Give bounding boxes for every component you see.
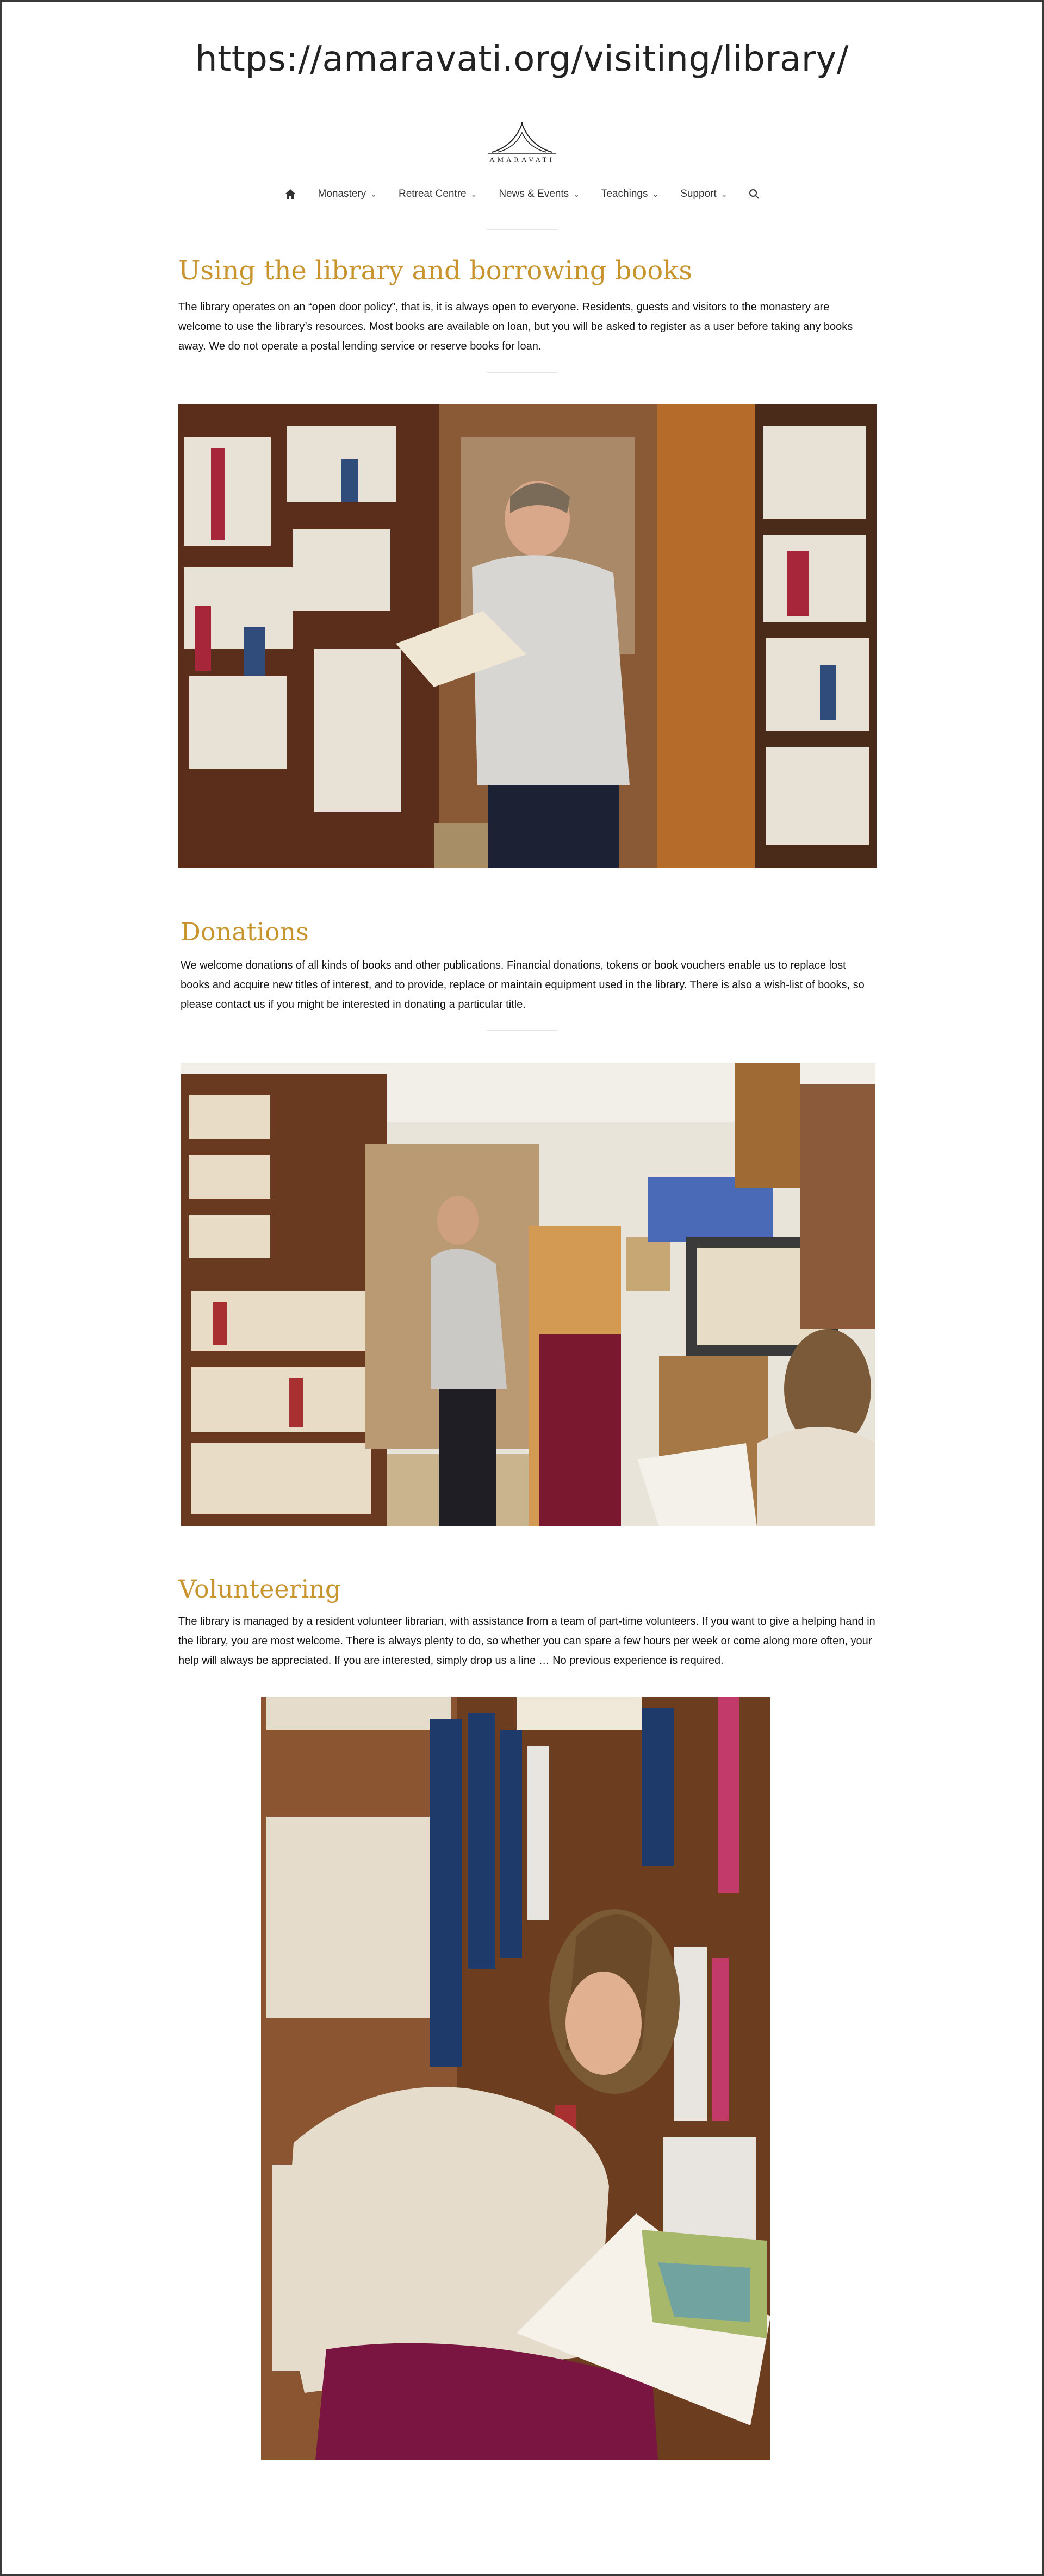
logo-roof-icon (488, 122, 556, 154)
chevron-down-icon: ⌄ (720, 189, 728, 198)
nav-item-retreat-centre[interactable]: Retreat Centre ⌄ (399, 188, 477, 200)
section-title-donations: Donations (181, 917, 309, 946)
section-divider (487, 372, 557, 373)
section-title-volunteering: Volunteering (178, 1574, 341, 1604)
library-photo-interior (181, 1063, 875, 1526)
site-logo[interactable]: AMARAVATI (481, 121, 563, 170)
nav-item-monastery[interactable]: Monastery ⌄ (318, 188, 377, 200)
nav-label: Support (680, 188, 717, 199)
search-icon[interactable] (749, 189, 760, 199)
section-text-volunteering: The library is managed by a resident vol… (178, 1616, 875, 1667)
nav-item-news-events[interactable]: News & Events ⌄ (499, 188, 580, 200)
section-text-borrowing: The library operates on an “open door po… (178, 301, 853, 352)
chevron-down-icon: ⌄ (652, 189, 659, 198)
main-nav: Monastery ⌄ Retreat Centre ⌄ News & Even… (0, 188, 1044, 200)
header-divider (487, 229, 557, 230)
logo-text: AMARAVATI (489, 155, 555, 164)
section-divider (487, 1030, 557, 1031)
chevron-down-icon: ⌄ (573, 189, 580, 198)
section-title-borrowing: Using the library and borrowing books (178, 255, 693, 286)
nav-label: News & Events (499, 188, 569, 199)
nav-item-support[interactable]: Support ⌄ (680, 188, 727, 200)
nav-item-teachings[interactable]: Teachings ⌄ (601, 188, 658, 200)
home-icon[interactable] (284, 189, 296, 199)
nav-label: Retreat Centre (398, 188, 467, 199)
library-photo-reading (178, 404, 877, 868)
chevron-down-icon: ⌄ (470, 189, 477, 198)
nav-label: Monastery (318, 188, 366, 199)
section-text-donations: We welcome donations of all kinds of boo… (181, 959, 865, 1011)
library-photo-volunteer (261, 1697, 770, 2460)
chevron-down-icon: ⌄ (370, 189, 377, 198)
page-url-title: https://amaravati.org/visiting/library/ (195, 39, 849, 79)
nav-label: Teachings (601, 188, 648, 199)
